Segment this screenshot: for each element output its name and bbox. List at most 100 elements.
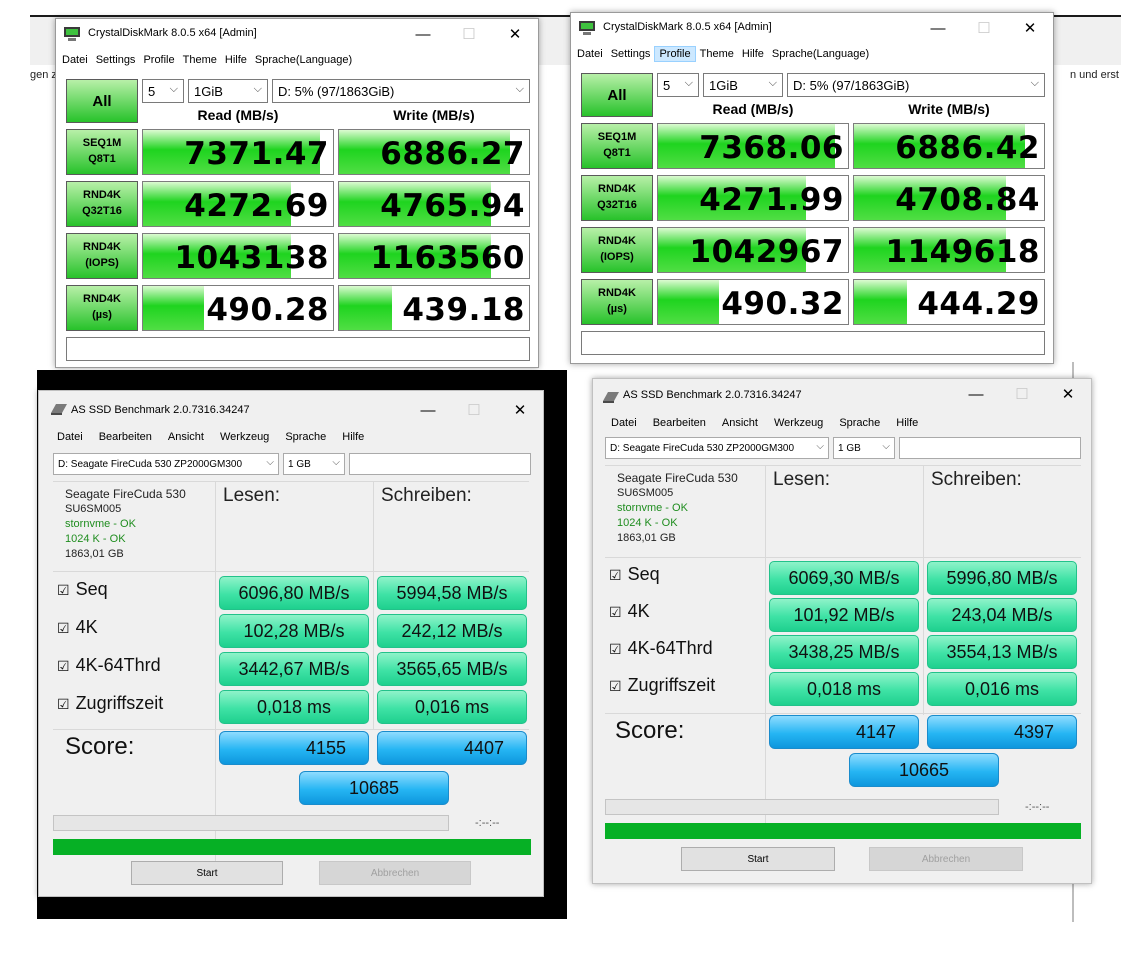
test-label[interactable]: RND4K (IOPS) xyxy=(66,233,138,279)
checkbox-checked-icon[interactable]: ☑ xyxy=(57,582,70,598)
menu-profile[interactable]: Profile xyxy=(654,46,696,62)
size-select[interactable]: 1 GB ⌵ xyxy=(283,453,345,475)
start-button[interactable]: Start xyxy=(131,861,283,885)
grid-divider xyxy=(605,713,1081,714)
menu-theme[interactable]: Theme xyxy=(179,54,221,66)
test-label[interactable]: SEQ1M Q8T1 xyxy=(66,129,138,175)
maximize-button[interactable]: ☐ xyxy=(451,395,497,425)
test-params: (µs) xyxy=(607,303,627,315)
menu-hilfe[interactable]: Hilfe xyxy=(221,54,251,66)
checkbox-checked-icon[interactable]: ☑ xyxy=(57,620,70,636)
title-bar[interactable]: AS SSD Benchmark 2.0.7316.34247 — ☐ ✕ xyxy=(39,391,543,421)
test-checkbox-row[interactable]: ☑ 4K-64Thrd xyxy=(609,638,713,659)
menu-hilfe[interactable]: Hilfe xyxy=(888,417,926,429)
title-bar[interactable]: CrystalDiskMark 8.0.5 x64 [Admin] — ☐ ✕ xyxy=(571,13,1053,43)
write-result: 0,016 ms xyxy=(927,672,1077,706)
write-column-header: Schreiben: xyxy=(381,485,472,506)
test-label[interactable]: RND4K (µs) xyxy=(581,279,653,325)
maximize-button[interactable]: ☐ xyxy=(446,19,492,49)
menu-hilfe[interactable]: Hilfe xyxy=(334,431,372,443)
maximize-button[interactable]: ☐ xyxy=(961,13,1007,43)
read-result: 6069,30 MB/s xyxy=(769,561,919,595)
all-button[interactable]: All xyxy=(581,73,653,117)
close-button[interactable]: ✕ xyxy=(497,395,543,425)
menu-sprache[interactable]: Sprache xyxy=(277,431,334,443)
window-title: AS SSD Benchmark 2.0.7316.34247 xyxy=(623,389,802,401)
test-checkbox-row[interactable]: ☑ 4K xyxy=(609,601,650,622)
test-checkbox-row[interactable]: ☑ 4K-64Thrd xyxy=(57,655,161,676)
write-result-cell: 6886.42 xyxy=(853,123,1045,169)
menu-werkzeug[interactable]: Werkzeug xyxy=(766,417,831,429)
menu-bearbeiten[interactable]: Bearbeiten xyxy=(645,417,714,429)
drive-select[interactable]: D: Seagate FireCuda 530 ZP2000GM300 ⌵ xyxy=(605,437,829,459)
minimize-button[interactable]: — xyxy=(915,13,961,43)
menu-datei[interactable]: Datei xyxy=(573,48,607,60)
test-label[interactable]: RND4K Q32T16 xyxy=(66,181,138,227)
menu-datei[interactable]: Datei xyxy=(603,417,645,429)
test-checkbox-row[interactable]: ☑ Zugriffszeit xyxy=(57,693,163,714)
menu-settings[interactable]: Settings xyxy=(607,48,655,60)
test-checkbox-row[interactable]: ☑ 4K xyxy=(57,617,98,638)
chevron-down-icon: ⌵ xyxy=(816,441,824,452)
count-select[interactable]: 5 ⌵ xyxy=(657,73,699,97)
menu-language[interactable]: Sprache(Language) xyxy=(768,48,873,60)
test-label[interactable]: RND4K (IOPS) xyxy=(581,227,653,273)
all-button[interactable]: All xyxy=(66,79,138,123)
minimize-button[interactable]: — xyxy=(405,395,451,425)
title-bar[interactable]: CrystalDiskMark 8.0.5 x64 [Admin] — ☐ ✕ xyxy=(56,19,538,49)
search-field[interactable] xyxy=(899,437,1081,459)
size-select[interactable]: 1GiB ⌵ xyxy=(188,79,268,103)
test-label[interactable]: RND4K Q32T16 xyxy=(581,175,653,221)
chevron-down-icon: ⌵ xyxy=(332,457,340,468)
search-field[interactable] xyxy=(349,453,531,475)
drive-select[interactable]: D: 5% (97/1863GiB) ⌵ xyxy=(272,79,530,103)
checkbox-checked-icon[interactable]: ☑ xyxy=(609,641,622,657)
maximize-button[interactable]: ☐ xyxy=(999,379,1045,409)
read-column-header: Lesen: xyxy=(223,485,281,506)
menu-bar: Datei Settings Profile Theme Hilfe Sprac… xyxy=(571,43,1053,65)
test-name: Seq xyxy=(75,579,108,599)
drive-select[interactable]: D: Seagate FireCuda 530 ZP2000GM300 ⌵ xyxy=(53,453,279,475)
abort-button[interactable]: Abbrechen xyxy=(869,847,1023,871)
close-button[interactable]: ✕ xyxy=(1007,13,1053,43)
menu-profile[interactable]: Profile xyxy=(139,54,178,66)
test-params: Q8T1 xyxy=(88,153,116,165)
checkbox-checked-icon[interactable]: ☑ xyxy=(609,604,622,620)
abort-button[interactable]: Abbrechen xyxy=(319,861,471,885)
menu-datei[interactable]: Datei xyxy=(58,54,92,66)
write-value: 4708.84 xyxy=(895,182,1040,218)
start-button[interactable]: Start xyxy=(681,847,835,871)
read-result-cell: 4271.99 xyxy=(657,175,849,221)
checkbox-checked-icon[interactable]: ☑ xyxy=(609,678,622,694)
grid-divider xyxy=(765,465,766,835)
menu-theme[interactable]: Theme xyxy=(696,48,738,60)
menu-hilfe[interactable]: Hilfe xyxy=(738,48,768,60)
test-checkbox-row[interactable]: ☑ Zugriffszeit xyxy=(609,675,715,696)
menu-language[interactable]: Sprache(Language) xyxy=(251,54,356,66)
menu-bearbeiten[interactable]: Bearbeiten xyxy=(91,431,160,443)
test-label[interactable]: RND4K (µs) xyxy=(66,285,138,331)
test-checkbox-row[interactable]: ☑ Seq xyxy=(57,579,108,600)
write-column-header: Write (MB/s) xyxy=(908,101,990,117)
title-bar[interactable]: AS SSD Benchmark 2.0.7316.34247 — ☐ ✕ xyxy=(593,379,1091,409)
size-select[interactable]: 1GiB ⌵ xyxy=(703,73,783,97)
size-value: 1GiB xyxy=(709,77,738,93)
menu-settings[interactable]: Settings xyxy=(92,54,140,66)
close-button[interactable]: ✕ xyxy=(492,19,538,49)
count-select[interactable]: 5 ⌵ xyxy=(142,79,184,103)
minimize-button[interactable]: — xyxy=(953,379,999,409)
menu-werkzeug[interactable]: Werkzeug xyxy=(212,431,277,443)
menu-ansicht[interactable]: Ansicht xyxy=(160,431,212,443)
checkbox-checked-icon[interactable]: ☑ xyxy=(57,658,70,674)
close-button[interactable]: ✕ xyxy=(1045,379,1091,409)
menu-sprache[interactable]: Sprache xyxy=(831,417,888,429)
menu-ansicht[interactable]: Ansicht xyxy=(714,417,766,429)
checkbox-checked-icon[interactable]: ☑ xyxy=(57,696,70,712)
menu-datei[interactable]: Datei xyxy=(49,431,91,443)
test-checkbox-row[interactable]: ☑ Seq xyxy=(609,564,660,585)
size-select[interactable]: 1 GB ⌵ xyxy=(833,437,895,459)
drive-select[interactable]: D: 5% (97/1863GiB) ⌵ xyxy=(787,73,1045,97)
minimize-button[interactable]: — xyxy=(400,19,446,49)
test-label[interactable]: SEQ1M Q8T1 xyxy=(581,123,653,169)
checkbox-checked-icon[interactable]: ☑ xyxy=(609,567,622,583)
